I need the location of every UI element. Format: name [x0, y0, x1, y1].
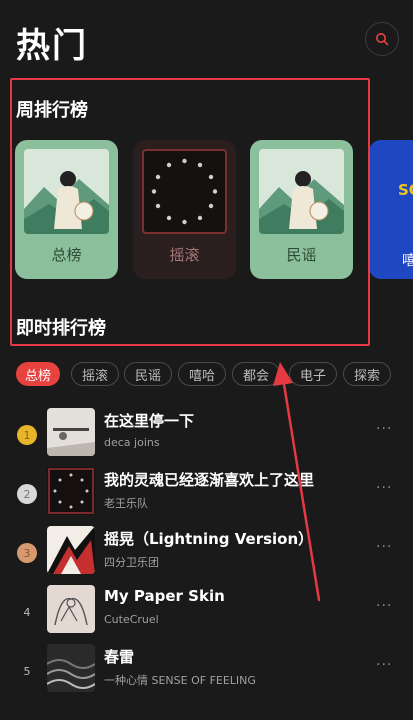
song-title: 我的灵魂已经逐渐喜欢上了这里: [104, 471, 315, 489]
more-options-icon[interactable]: ···: [376, 539, 392, 555]
search-button[interactable]: [365, 22, 399, 56]
tab-hiphop[interactable]: 嘻哈: [178, 362, 226, 386]
more-options-icon[interactable]: ···: [376, 421, 392, 437]
song-row[interactable]: 3 摇晃（Lightning Version） 四分卫乐团 ···: [0, 523, 413, 581]
song-artist: CuteCruel: [104, 613, 159, 626]
song-cover: [47, 467, 95, 515]
rank-badge: 3: [17, 543, 37, 563]
more-options-icon[interactable]: ···: [376, 480, 392, 496]
tab-explore[interactable]: 探索: [343, 362, 391, 386]
rank-badge: 1: [17, 425, 37, 445]
rank-badge: 2: [17, 484, 37, 504]
song-row[interactable]: 1 在这里停一下 deca joins ···: [0, 405, 413, 463]
song-title: 在这里停一下: [104, 412, 195, 430]
song-row[interactable]: 4 My Paper Skin CuteCruel ···: [0, 582, 413, 640]
rank-number: 4: [23, 605, 31, 619]
song-artist: 四分卫乐团: [104, 556, 159, 569]
song-artist: deca joins: [104, 436, 160, 449]
tab-rock[interactable]: 摇滚: [71, 362, 119, 386]
song-title: My Paper Skin: [104, 587, 225, 605]
annotation-highlight-box: [10, 78, 370, 346]
song-row[interactable]: 2 我的灵魂已经逐渐喜欢上了这里 老王乐队 ···: [0, 464, 413, 522]
song-cover: [47, 526, 95, 574]
tab-electronic[interactable]: 电子: [289, 362, 337, 386]
song-title: 摇晃（Lightning Version）: [104, 530, 314, 548]
song-row[interactable]: 5 春雷 一种心情 SENSE OF FEELING ···: [0, 641, 413, 699]
song-cover: [47, 585, 95, 633]
card-cover-text: SO: [398, 181, 413, 199]
song-cover: [47, 644, 95, 692]
song-cover: [47, 408, 95, 456]
page-title: 热门: [16, 26, 88, 66]
song-artist: 老王乐队: [104, 497, 148, 510]
tab-urban[interactable]: 都会: [232, 362, 280, 386]
song-title: 春雷: [104, 648, 135, 666]
song-artist: 一种心情 SENSE OF FEELING: [104, 674, 256, 687]
weekly-card-partial[interactable]: SO 嘻: [369, 140, 413, 279]
card-label: 嘻: [402, 253, 413, 269]
more-options-icon[interactable]: ···: [376, 657, 392, 673]
search-icon: [376, 33, 389, 46]
tab-folk[interactable]: 民谣: [124, 362, 172, 386]
more-options-icon[interactable]: ···: [376, 598, 392, 614]
rank-number: 5: [23, 664, 31, 678]
tab-overall[interactable]: 总榜: [16, 362, 60, 386]
